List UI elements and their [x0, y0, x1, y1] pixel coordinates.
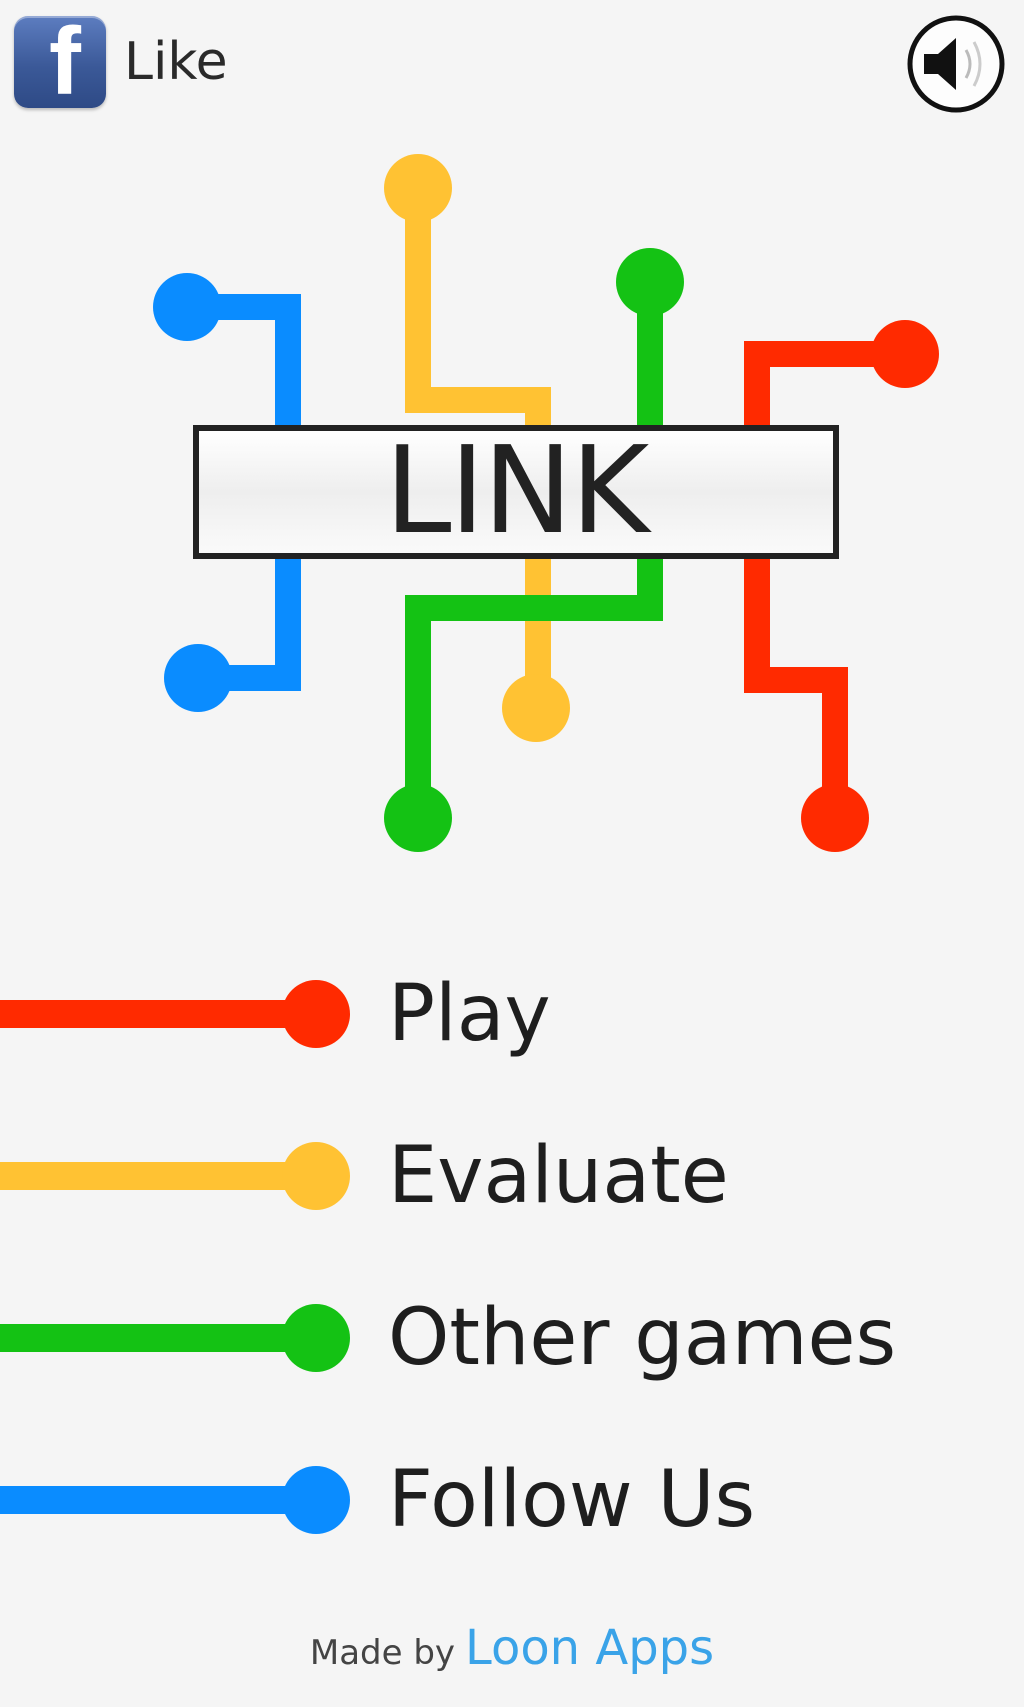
menu-dot-green	[282, 1304, 350, 1372]
title-banner: LINK	[193, 425, 839, 559]
menu-line-green	[0, 1324, 300, 1352]
menu-item-other-games[interactable]: Other games	[0, 1278, 1024, 1398]
menu-dot-yellow	[282, 1142, 350, 1210]
menu-item-play[interactable]: Play	[0, 954, 1024, 1074]
yellow-dot-top	[384, 154, 452, 222]
menu-item-evaluate[interactable]: Evaluate	[0, 1116, 1024, 1236]
menu-item-follow-us[interactable]: Follow Us	[0, 1440, 1024, 1560]
red-link-line	[744, 341, 904, 818]
developer-link[interactable]: Loon Apps	[465, 1620, 714, 1676]
green-dot-bottom	[384, 784, 452, 852]
menu-dot-red	[282, 980, 350, 1048]
red-dot-bottom	[801, 784, 869, 852]
game-title: LINK	[384, 422, 650, 561]
made-by-label: Made by	[309, 1633, 456, 1673]
blue-dot-top	[153, 273, 221, 341]
blue-dot-bottom	[164, 644, 232, 712]
red-dot-top	[871, 320, 939, 388]
menu-label-follow-us: Follow Us	[388, 1455, 756, 1545]
green-dot-top	[616, 248, 684, 316]
main-menu-screen: f Like LINK Play Evaluate Other games Fo…	[0, 0, 1024, 1707]
yellow-dot-bottom	[502, 674, 570, 742]
menu-label-play: Play	[388, 969, 551, 1059]
menu-label-other-games: Other games	[388, 1293, 897, 1383]
menu-line-red	[0, 1000, 300, 1028]
menu-line-yellow	[0, 1162, 300, 1190]
credit-footer: Made by Loon Apps	[0, 1620, 1024, 1676]
menu-label-evaluate: Evaluate	[388, 1131, 729, 1221]
menu-dot-blue	[282, 1466, 350, 1534]
menu-line-blue	[0, 1486, 300, 1514]
